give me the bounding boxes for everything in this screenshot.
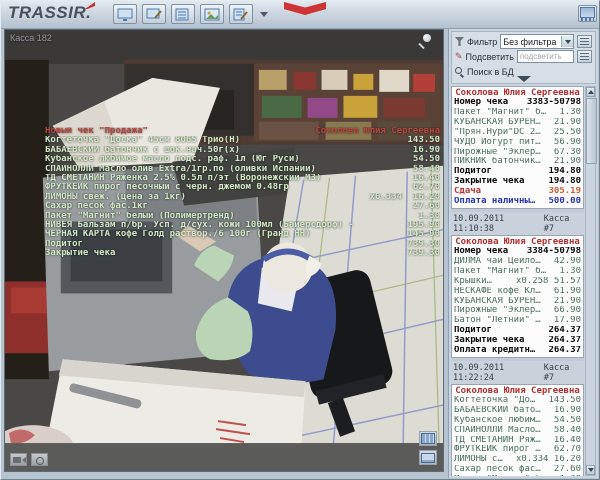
- highlight-settings-button[interactable]: [577, 50, 592, 63]
- camera-view[interactable]: Касса 182 Новый чек "Продажа"Соколова Юл…: [4, 29, 444, 472]
- overlay-line: Сахар песок фас.1кг27.60: [45, 202, 440, 211]
- receipt-row: Батон "Летний" …17.90: [454, 316, 581, 326]
- receipt-row: НЕСКАФЕ кофе Кл…61.90: [454, 287, 581, 297]
- receipt-row: КУБАНСКАЯ БУРЕН…21.90: [454, 118, 581, 128]
- scroll-up-icon[interactable]: [586, 87, 595, 97]
- receipt-header[interactable]: 10.09.2011 11:10:38Касса #7: [451, 212, 584, 235]
- register-label: Касса #7: [544, 363, 582, 383]
- receipt-row: Пирожные "Эклер…66.90: [454, 306, 581, 316]
- receipt-row: БАБАЕВСКИЙ бато…16.90: [454, 406, 581, 416]
- filter-select-value: Без фильтра: [503, 37, 561, 47]
- archive-grid-icon[interactable]: [419, 431, 437, 446]
- highlight-input[interactable]: [517, 50, 574, 63]
- monitor-edit-icon[interactable]: [142, 4, 166, 24]
- search-icon: [455, 67, 464, 76]
- scroll-down-icon[interactable]: [586, 465, 595, 475]
- trassir-logo: TRASSIR.: [8, 3, 91, 23]
- overlay-line: Подитог739.30: [45, 240, 440, 249]
- overlay-line: БАБАЕВСКИЙ батончик с шок.нач.50г(х)16.9…: [45, 146, 440, 155]
- filter-settings-button[interactable]: [577, 35, 592, 48]
- overlay-line: СПАЙНОЛЛИ Масло олив Extra/1гр.по (оливк…: [45, 165, 440, 174]
- filter-funnel-icon: [455, 37, 464, 46]
- keyboard-icon[interactable]: [419, 450, 437, 465]
- receipt-datetime: 10.09.2011 11:22:24: [453, 363, 544, 383]
- pos-sidebar: Фильтр Без фильтра ✎ Подсветить Поиск в …: [448, 29, 598, 478]
- receipt-row: Сахар песок фас…27.60: [454, 465, 581, 475]
- receipt-row: Когтеточка "До…143.50: [454, 396, 581, 406]
- receipt-block[interactable]: Соколова Юлия СергеевнаКогтеточка "До…14…: [451, 384, 584, 476]
- monitor-icon[interactable]: [113, 4, 137, 24]
- receipt-row: ПИКНИК батончик…21.90: [454, 157, 581, 167]
- receipt-row: Оплата наличны…500.00: [454, 197, 581, 207]
- main-toolbar: TRASSIR.: [1, 1, 600, 29]
- overlay-line: ЛИМОНЫ свеж. (цена за 1кг)х0.334 16.20: [45, 193, 440, 202]
- collapse-toolbar-chevron-icon[interactable]: [284, 2, 326, 15]
- overlay-line: Когтеточка "Доска" 45см 8065 Трио(Н)143.…: [45, 136, 440, 145]
- receipt-overlay: Новый чек "Продажа"Соколова Юлия Сергеев…: [45, 127, 440, 259]
- overlay-line: Пакет "Магнит" белый (Полимертренд)1.30: [45, 212, 440, 221]
- overlay-line: Закрытие чека739.30: [45, 249, 440, 258]
- camcorder-icon[interactable]: [10, 453, 27, 466]
- receipt-header[interactable]: 10.09.2011 11:22:24Касса #7: [451, 361, 584, 384]
- cashier-name: Соколова Юлия Сергеевна: [454, 88, 581, 98]
- filter-select[interactable]: Без фильтра: [500, 34, 574, 49]
- receipt-row: Кубанское любим…54.50: [454, 416, 581, 426]
- receipt-row: ДИЛМА чай Цейло…42.90: [454, 257, 581, 267]
- cctv-monitor-icon[interactable]: [578, 5, 597, 22]
- filter-select-arrow-icon[interactable]: [561, 36, 573, 47]
- toolbar-dropdown-arrow-icon[interactable]: [260, 12, 268, 17]
- receipt-row: Подитог194.80: [454, 167, 581, 177]
- receipt-row: Пакет "Магнит" б…1.30: [454, 267, 581, 277]
- highlight-label: Подсветить: [466, 52, 514, 62]
- pin-icon[interactable]: [417, 34, 431, 48]
- receipt-row: Оплата кредитн…264.37: [454, 346, 581, 356]
- register-label: Касса #7: [544, 214, 582, 234]
- scrollbar-thumb[interactable]: [586, 98, 597, 164]
- list-edit-icon[interactable]: [229, 4, 253, 24]
- receipt-row: КУБАНСКАЯ БУРЕН…21.90: [454, 297, 581, 307]
- camera-name-label: Касса 182: [10, 33, 52, 43]
- receipt-row: Подитог264.37: [454, 326, 581, 336]
- receipt-row: Номер чека3384-50798: [454, 247, 581, 257]
- search-db-label: Поиск в БД: [467, 67, 514, 77]
- receipt-row: Закрытие чека264.37: [454, 336, 581, 346]
- overlay-line: НИВЕЯ Бальзам п/бр. Усп. д/сух. кожи 100…: [45, 221, 440, 230]
- receipt-block[interactable]: Соколова Юлия СергеевнаНомер чека3383-50…: [451, 86, 584, 209]
- receipt-row: ТД СМЕТАНИН Ряж…16.40: [454, 436, 581, 446]
- receipt-row: Пирожные "Эклер…67.30: [454, 148, 581, 158]
- cashier-name: Соколова Юлия Сергеевна: [454, 237, 581, 247]
- receipt-block[interactable]: Соколова Юлия СергеевнаНомер чека3384-50…: [451, 235, 584, 358]
- receipt-row: Пакет "Магнит" б…1.30: [454, 475, 581, 476]
- overlay-line: ЧЕРНАЯ КАРТА кофе Голд раствор./6 100г (…: [45, 230, 440, 239]
- collapse-panel-chevron-icon[interactable]: [513, 75, 535, 82]
- monitor-list-icon[interactable]: [171, 4, 195, 24]
- overlay-line: ФРУТКЕЙК пирог песочный с черн. джемом 0…: [45, 183, 440, 192]
- receipt-row: СПАЙНОЛЛИ Масло…58.40: [454, 426, 581, 436]
- receipt-row: Закрытие чека194.80: [454, 177, 581, 187]
- filter-label: Фильтр: [467, 37, 497, 47]
- receipt-row: Крышки…х0.258 51.57: [454, 277, 581, 287]
- receipt-list: Соколова Юлия СергеевнаНомер чека3383-50…: [451, 86, 584, 476]
- receipt-datetime: 10.09.2011 11:10:38: [453, 214, 544, 234]
- overlay-line: ТД СМЕТАНИН Ряженка 2.5% 0.5л п/эт (Воро…: [45, 174, 440, 183]
- filter-panel: Фильтр Без фильтра ✎ Подсветить Поиск в …: [451, 31, 596, 84]
- receipt-row: Номер чека3383-50798: [454, 98, 581, 108]
- snapshot-camera-icon[interactable]: [31, 453, 48, 466]
- receipt-scrollbar[interactable]: [585, 86, 596, 476]
- overlay-line: Кубанское любимое масло подс. раф. 1л (Ю…: [45, 155, 440, 164]
- overlay-line: Новый чек "Продажа"Соколова Юлия Сергеев…: [45, 127, 440, 136]
- cashier-name: Соколова Юлия Сергеевна: [454, 386, 581, 396]
- image-icon[interactable]: [200, 4, 224, 24]
- receipt-row: ФРУТКЕЙК пирог …62.70: [454, 445, 581, 455]
- highlight-pen-icon: ✎: [455, 52, 463, 61]
- receipt-row: Сдача305.19: [454, 187, 581, 197]
- receipt-row: Пакет "Магнит" б…1.30: [454, 108, 581, 118]
- receipt-row: "Прян.Нури"DC 2…25.50: [454, 128, 581, 138]
- trassir-window: TRASSIR.: [0, 0, 600, 480]
- receipt-row: ЛИМОНЫ с…х0.334 16.20: [454, 455, 581, 465]
- receipt-row: ЧУДО Йогурт пит…56.90: [454, 138, 581, 148]
